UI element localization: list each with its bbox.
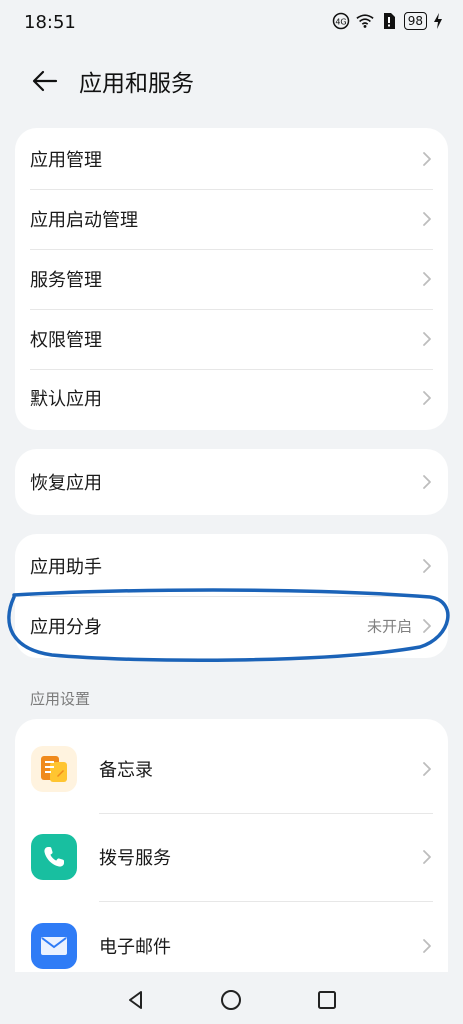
nav-recents-button[interactable] xyxy=(313,986,341,1014)
list-item-label: 恢复应用 xyxy=(30,473,102,494)
chevron-right-icon xyxy=(423,212,431,226)
back-button[interactable] xyxy=(28,66,62,96)
list-item-restore-apps[interactable]: 恢复应用 xyxy=(15,452,448,512)
nav-home-button[interactable] xyxy=(217,986,245,1014)
settings-group-restore: 恢复应用 xyxy=(15,449,448,515)
list-item-label: 拨号服务 xyxy=(99,848,171,869)
chevron-right-icon xyxy=(423,391,431,405)
wifi-icon xyxy=(356,12,374,30)
chevron-right-icon xyxy=(423,475,431,489)
chevron-right-icon xyxy=(423,939,431,953)
chevron-right-icon xyxy=(423,619,431,633)
battery-icon: 98 xyxy=(403,12,427,30)
chevron-right-icon xyxy=(423,272,431,286)
memo-icon xyxy=(31,746,77,792)
list-item-default-apps[interactable]: 默认应用 xyxy=(15,368,448,428)
settings-group-main: 应用管理 应用启动管理 服务管理 权限管理 默认应用 xyxy=(15,128,448,430)
list-item-memo[interactable]: 备忘录 xyxy=(15,725,448,813)
list-item-label: 备忘录 xyxy=(99,760,153,781)
email-icon xyxy=(31,923,77,969)
svg-text:4G: 4G xyxy=(335,18,346,27)
list-item-app-startup-management[interactable]: 应用启动管理 xyxy=(15,189,448,249)
page-title: 应用和服务 xyxy=(79,71,194,97)
chevron-right-icon xyxy=(423,152,431,166)
status-time: 18:51 xyxy=(24,12,76,33)
list-item-label: 应用分身 xyxy=(30,617,102,638)
list-item-label: 应用管理 xyxy=(30,150,102,171)
list-item-app-management[interactable]: 应用管理 xyxy=(15,129,448,189)
chevron-right-icon xyxy=(423,850,431,864)
status-value: 未开启 xyxy=(366,617,412,636)
list-item-app-twin[interactable]: 应用分身 未开启 xyxy=(15,596,448,656)
list-item-label: 应用启动管理 xyxy=(30,210,138,231)
list-item-label: 权限管理 xyxy=(30,330,102,351)
app-settings-list: 备忘录 拨号服务 电子邮件 xyxy=(15,719,448,999)
triangle-back-icon xyxy=(129,991,142,1009)
status-bar: 18:51 4G 98 xyxy=(0,0,463,44)
chevron-right-icon xyxy=(423,332,431,346)
settings-group-assistant: 应用助手 应用分身 未开启 xyxy=(15,534,448,658)
phone-icon xyxy=(31,834,77,880)
section-label-app-settings: 应用设置 xyxy=(30,690,91,708)
volte-icon: 4G xyxy=(332,12,350,30)
charging-icon xyxy=(433,12,443,30)
list-item-label: 服务管理 xyxy=(30,270,102,291)
nav-back-button[interactable] xyxy=(122,986,150,1014)
list-item-label: 默认应用 xyxy=(30,389,102,410)
status-icons: 4G 98 xyxy=(332,12,443,30)
page-header: 应用和服务 xyxy=(0,56,463,108)
list-item-permission-management[interactable]: 权限管理 xyxy=(15,309,448,369)
list-item-label: 电子邮件 xyxy=(99,937,171,958)
sim-icon xyxy=(380,12,398,30)
list-item-label: 应用助手 xyxy=(30,557,102,578)
list-item-app-assistant[interactable]: 应用助手 xyxy=(15,536,448,596)
chevron-right-icon xyxy=(423,762,431,776)
system-nav-bar xyxy=(0,972,463,1024)
list-item-service-management[interactable]: 服务管理 xyxy=(15,249,448,309)
square-recents-icon xyxy=(318,991,336,1009)
chevron-right-icon xyxy=(423,559,431,573)
arrow-left-icon xyxy=(32,70,58,92)
list-item-dialer[interactable]: 拨号服务 xyxy=(15,813,448,901)
circle-home-icon xyxy=(221,990,241,1010)
